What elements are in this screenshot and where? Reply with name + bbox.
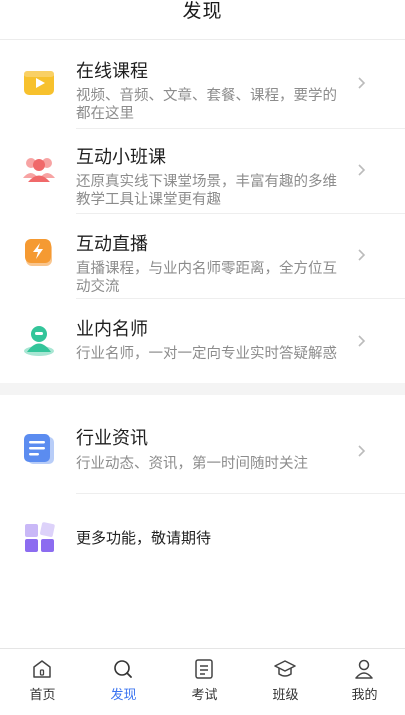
live-item[interactable]: 互动直播 直播课程，与业内名师零距离，全方位互动交流 xyxy=(0,214,405,299)
section-gap xyxy=(0,383,405,395)
more-features: 更多功能，敬请期待 xyxy=(0,512,405,564)
tab-label: 发现 xyxy=(110,688,137,703)
page-title: 发现 xyxy=(182,0,223,22)
home-icon xyxy=(33,660,51,678)
item-description: 视频、音频、文章、套餐、课程，要学的都在这里 xyxy=(76,88,337,122)
user-icon xyxy=(355,659,373,679)
tab-label: 我的 xyxy=(351,688,378,703)
divider xyxy=(76,493,405,494)
item-title: 互动直播 xyxy=(76,234,148,255)
lightning-live-icon xyxy=(25,239,52,266)
tab-label: 班级 xyxy=(272,688,299,703)
item-title: 互动小班课 xyxy=(76,147,166,168)
tab-discover[interactable]: 发现 xyxy=(83,649,164,715)
item-description: 还原真实线下课堂场景，丰富有趣的多维教学工具让课堂更有趣 xyxy=(76,174,337,208)
more-features-label: 更多功能，敬请期待 xyxy=(76,529,212,547)
item-description: 行业名师，一对一定向专业实时答疑解惑 xyxy=(76,346,337,362)
tab-label: 首页 xyxy=(29,688,56,703)
bottom-tab-bar: 首页 发现 考试 班级 我的 xyxy=(0,648,405,715)
chevron-right-icon xyxy=(358,249,366,261)
document-icon xyxy=(24,434,54,464)
tab-home[interactable]: 首页 xyxy=(2,649,83,715)
item-title: 在线课程 xyxy=(76,61,148,82)
grid-apps-icon xyxy=(25,522,55,552)
item-description: 行业动态、资讯，第一时间随时关注 xyxy=(76,456,308,472)
exam-doc-icon xyxy=(195,659,213,679)
tab-class[interactable]: 班级 xyxy=(245,649,326,715)
chevron-right-icon xyxy=(358,164,366,176)
header: 发现 xyxy=(0,0,405,40)
play-video-icon xyxy=(24,71,54,95)
tab-exam[interactable]: 考试 xyxy=(164,649,245,715)
tab-label: 考试 xyxy=(191,688,218,703)
graduation-cap-icon xyxy=(274,660,296,677)
teachers-item[interactable]: 业内名师 行业名师，一对一定向专业实时答疑解惑 xyxy=(0,299,405,383)
group-users-icon xyxy=(23,158,55,182)
chevron-right-icon xyxy=(358,445,366,457)
tab-mine[interactable]: 我的 xyxy=(324,649,405,715)
item-description: 直播课程，与业内名师零距离，全方位互动交流 xyxy=(76,261,337,295)
item-title: 行业资讯 xyxy=(76,428,148,449)
chevron-right-icon xyxy=(358,77,366,89)
small-class-item[interactable]: 互动小班课 还原真实线下课堂场景，丰富有趣的多维教学工具让课堂更有趣 xyxy=(0,129,405,214)
chevron-right-icon xyxy=(358,335,366,347)
news-item[interactable]: 行业资讯 行业动态、资讯，第一时间随时关注 xyxy=(0,410,405,494)
online-course-item[interactable]: 在线课程 视频、音频、文章、套餐、课程，要学的都在这里 xyxy=(0,41,405,129)
teacher-icon xyxy=(24,326,54,356)
item-title: 业内名师 xyxy=(76,319,148,340)
search-discover-icon xyxy=(114,660,132,678)
